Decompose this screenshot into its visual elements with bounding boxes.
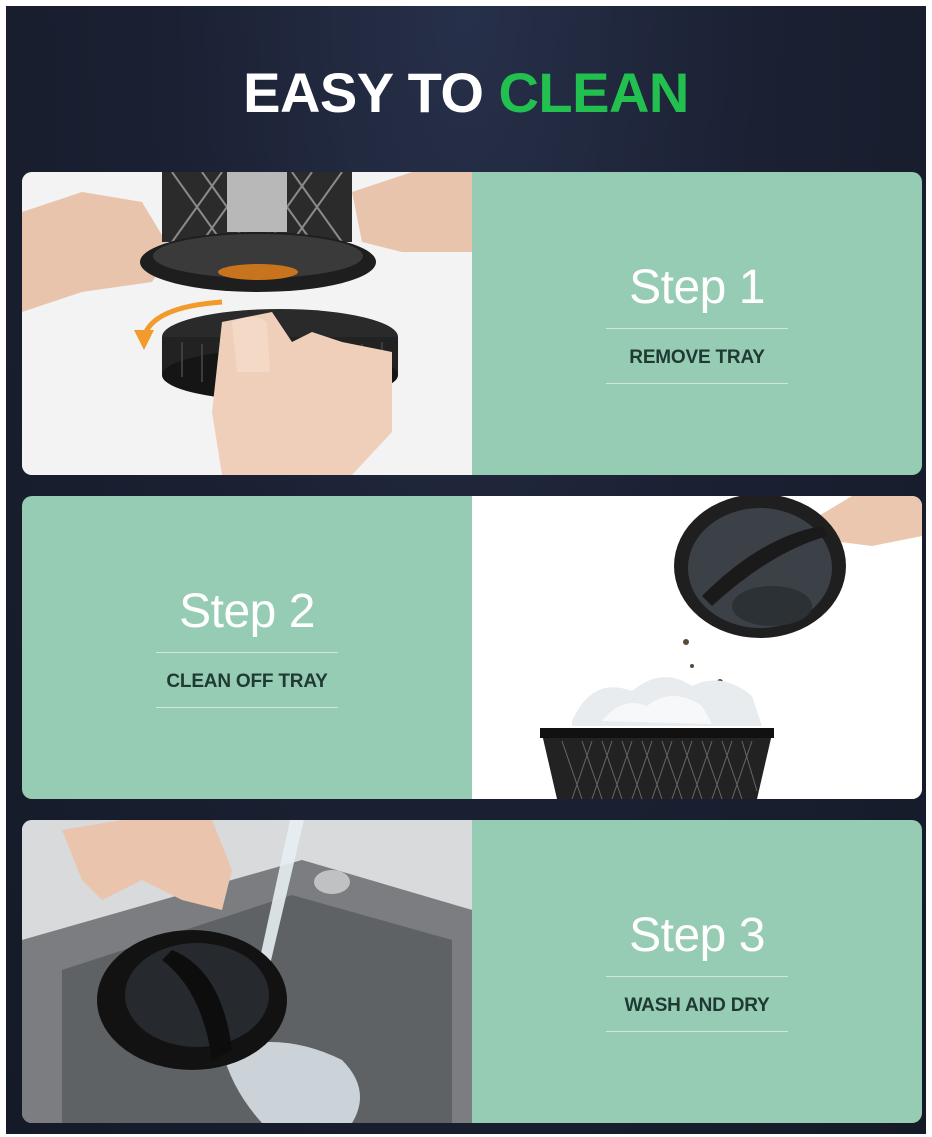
page-title: EASY TO CLEAN bbox=[6, 60, 926, 125]
step-2-rule-bottom bbox=[156, 706, 338, 708]
step-2-text: Step 2 CLEAN OFF TRAY bbox=[22, 496, 472, 799]
title-text: EASY TO bbox=[243, 61, 484, 124]
step-1-photo bbox=[22, 172, 472, 475]
step-2-card: Step 2 CLEAN OFF TRAY bbox=[22, 496, 922, 799]
step-2-title: Step 2 bbox=[179, 584, 315, 638]
step-1-text: Step 1 REMOVE TRAY bbox=[472, 172, 922, 475]
step-3-photo bbox=[22, 820, 472, 1123]
step-1-subtitle: REMOVE TRAY bbox=[629, 346, 765, 368]
step-3-card: Step 3 WASH AND DRY bbox=[22, 820, 922, 1123]
infographic-panel: EASY TO CLEAN Step 1 REMOVE TRAY Step 2 … bbox=[6, 6, 926, 1134]
step-2-subtitle: CLEAN OFF TRAY bbox=[166, 670, 328, 692]
step-1-rule-bottom bbox=[606, 382, 788, 384]
step-3-subtitle: WASH AND DRY bbox=[624, 994, 770, 1016]
step-3-title: Step 3 bbox=[629, 908, 765, 962]
step-1-card: Step 1 REMOVE TRAY bbox=[22, 172, 922, 475]
step-3-rule-bottom bbox=[606, 1030, 788, 1032]
step-2-photo bbox=[472, 496, 922, 799]
title-accent-text: CLEAN bbox=[498, 61, 689, 124]
step-3-text: Step 3 WASH AND DRY bbox=[472, 820, 922, 1123]
step-1-title: Step 1 bbox=[629, 260, 765, 314]
